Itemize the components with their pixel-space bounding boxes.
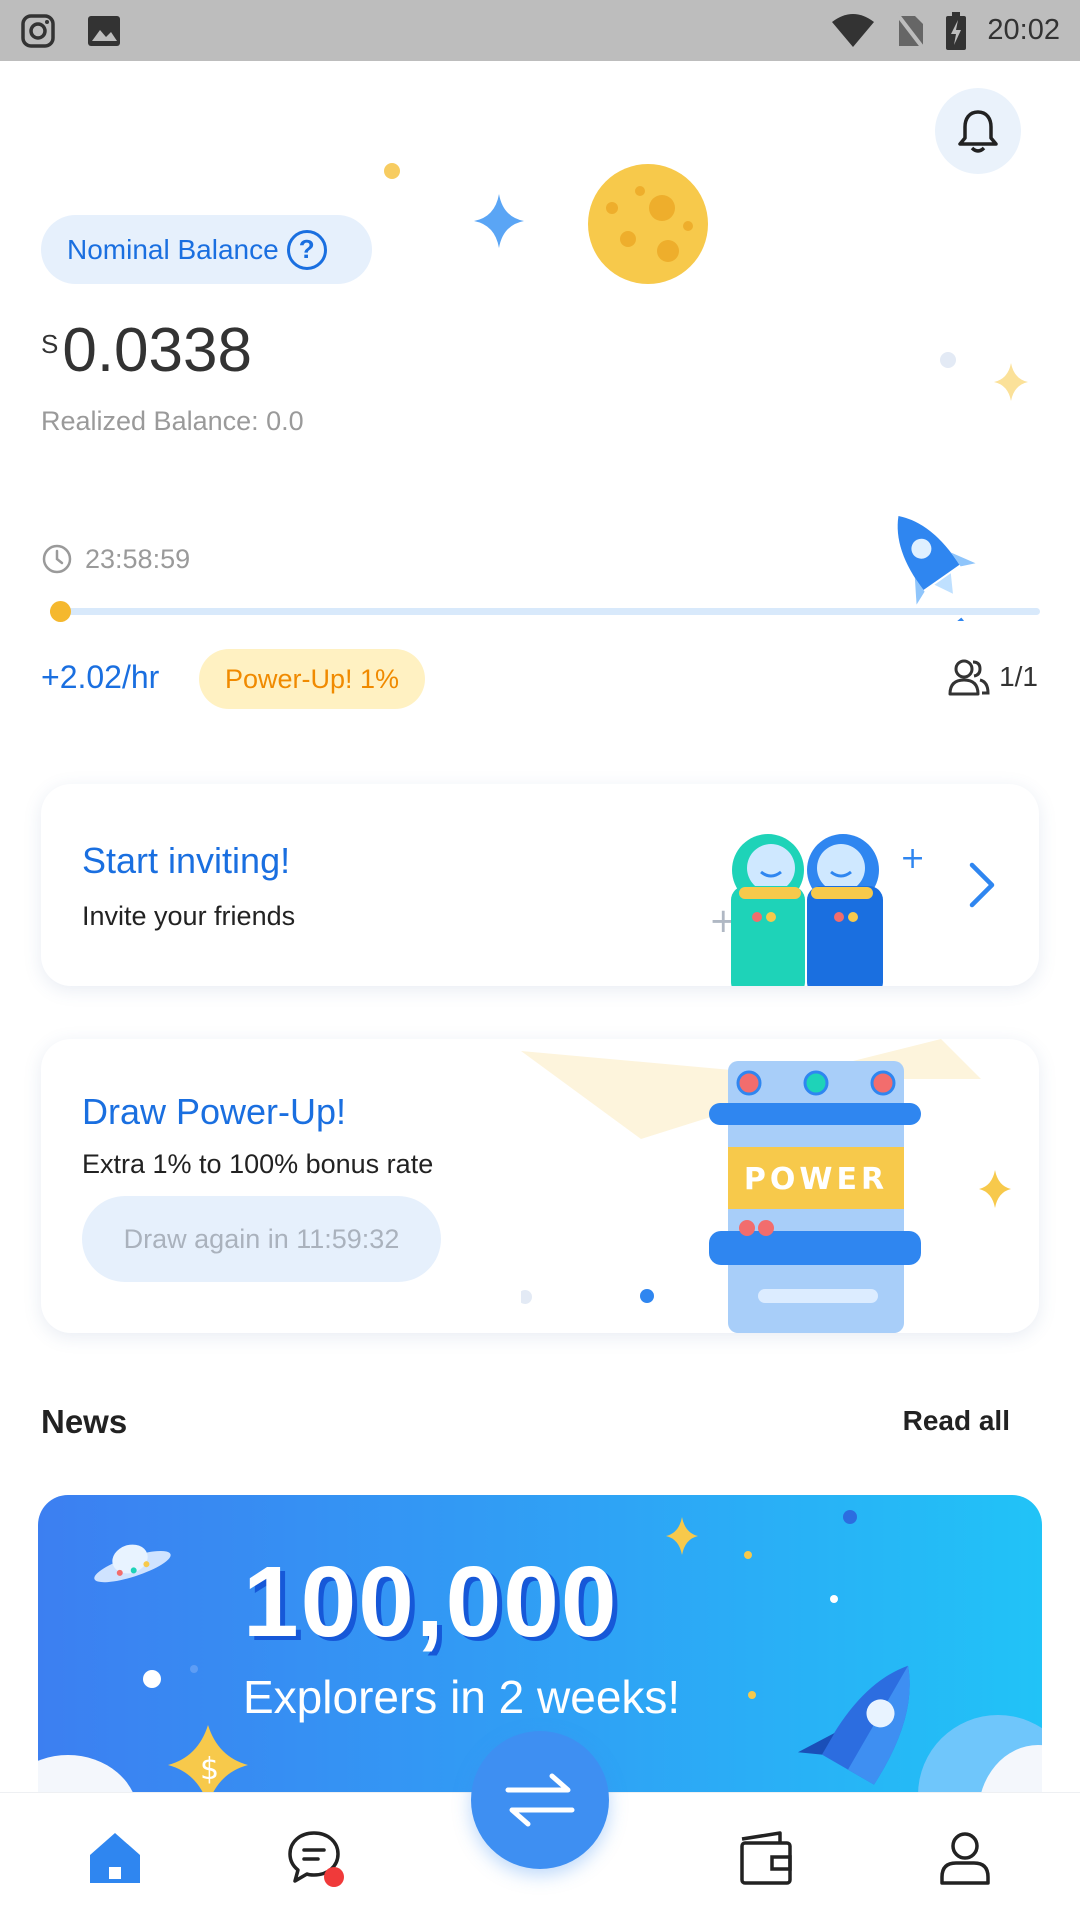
realized-balance: Realized Balance: 0.0 — [41, 406, 304, 436]
friends-count[interactable]: 1/1 — [947, 657, 1038, 697]
nav-home[interactable] — [80, 1823, 150, 1893]
invite-card[interactable]: Start inviting! Invite your friends + + — [41, 784, 1039, 986]
svg-text:+: + — [900, 841, 925, 876]
powerup-card[interactable]: Draw Power-Up! Extra 1% to 100% bonus ra… — [41, 1039, 1039, 1333]
moon-icon — [588, 164, 708, 284]
nav-profile[interactable] — [930, 1823, 1000, 1893]
powerup-badge[interactable]: Power-Up! 1% — [199, 649, 426, 709]
home-icon — [90, 1833, 140, 1883]
powerup-title: Draw Power-Up! — [82, 1091, 347, 1132]
profile-icon — [940, 1832, 990, 1885]
banner-headline: 100,000 — [243, 1546, 619, 1658]
sparkle-blue — [474, 194, 524, 248]
read-all-link[interactable]: Read all — [903, 1405, 1010, 1437]
wifi-icon — [832, 13, 875, 47]
mining-timer: 23:58:59 — [41, 543, 190, 575]
exchange-icon — [505, 1773, 575, 1827]
nav-wallet[interactable] — [730, 1823, 800, 1893]
rocket-trail — [952, 617, 964, 621]
invite-title: Start inviting! — [82, 840, 291, 881]
banner-subline: Explorers in 2 weeks! — [243, 1671, 681, 1723]
nav-chat[interactable] — [280, 1823, 350, 1893]
power-machine-label: POWER — [744, 1162, 888, 1197]
help-icon[interactable]: ? — [286, 229, 327, 270]
sparkle-yellow — [994, 363, 1028, 401]
progress-track — [50, 608, 1040, 615]
dollar-glyph: $ — [200, 1752, 219, 1787]
status-bar: 20:02 — [0, 0, 1080, 61]
notification-button[interactable] — [935, 88, 1021, 174]
banner-rocket-icon — [797, 1665, 910, 1785]
chevron-right-icon[interactable] — [967, 860, 997, 910]
clock-icon — [42, 544, 72, 574]
power-machine-illustration: POWER — [521, 1039, 1011, 1333]
rocket-icon — [897, 515, 976, 605]
nominal-balance-label: Nominal Balance — [67, 233, 279, 265]
news-heading: News — [41, 1403, 128, 1440]
faint-dot — [940, 352, 956, 368]
chat-icon — [288, 1831, 344, 1887]
no-sim-icon — [895, 12, 926, 49]
exchange-button[interactable] — [471, 1731, 609, 1869]
instagram-icon — [21, 13, 55, 48]
astronaut-blue — [807, 834, 883, 986]
astronauts-illustration: + + — [709, 834, 925, 986]
currency-symbol: S — [41, 329, 59, 359]
nominal-balance-pill[interactable]: Nominal Balance ? — [41, 215, 372, 284]
balance-display: S 0.0338 — [41, 315, 252, 386]
invite-subtitle: Invite your friends — [82, 901, 296, 931]
friends-count-text: 1/1 — [999, 661, 1038, 692]
bell-icon — [958, 110, 998, 153]
friends-icon — [948, 659, 990, 696]
image-icon — [88, 15, 120, 46]
astronaut-green — [731, 834, 805, 986]
mining-rate: +2.02/hr — [41, 659, 160, 695]
timer-text: 23:58:59 — [85, 543, 191, 574]
balance-amount: 0.0338 — [62, 316, 252, 385]
powerup-subtitle: Extra 1% to 100% bonus rate — [82, 1149, 434, 1179]
wallet-icon — [740, 1831, 792, 1885]
draw-again-button[interactable]: Draw again in 11:59:32 — [82, 1196, 441, 1282]
yellow-dot — [384, 163, 400, 179]
progress-knob — [49, 601, 71, 622]
status-time: 20:02 — [987, 14, 1060, 46]
ufo-icon — [94, 1544, 171, 1583]
battery-icon — [946, 11, 967, 50]
